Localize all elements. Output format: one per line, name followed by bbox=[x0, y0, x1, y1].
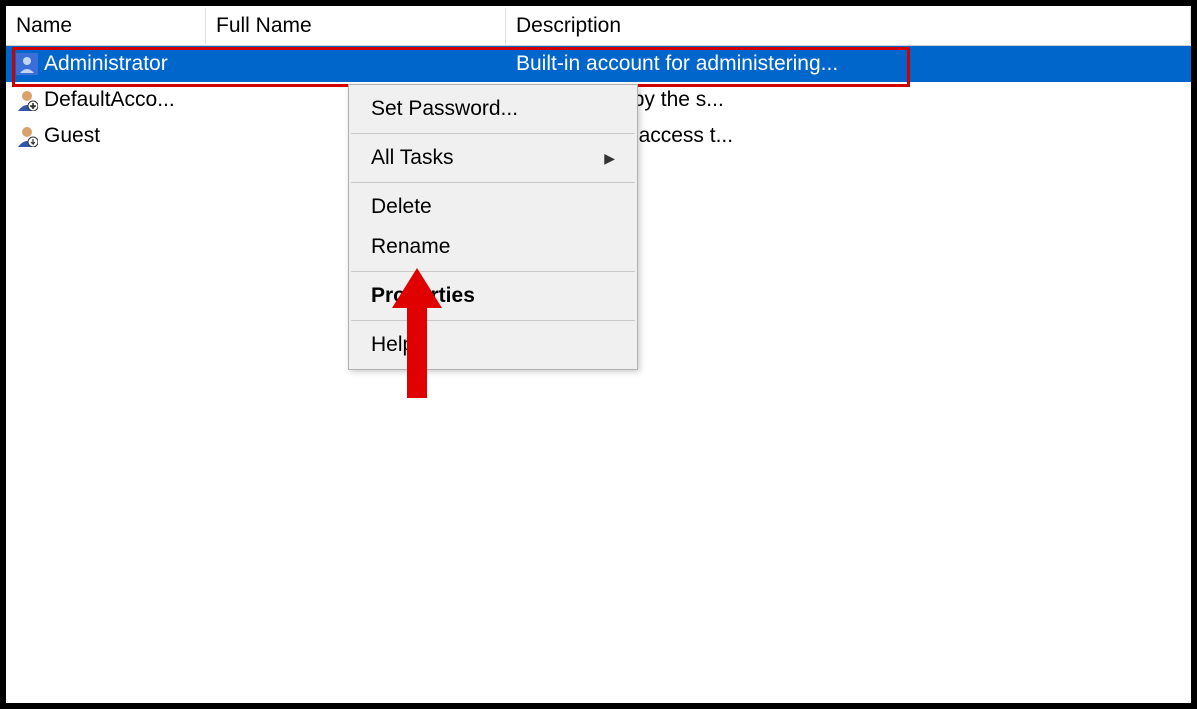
user-name-label: Administrator bbox=[44, 52, 168, 76]
user-icon bbox=[16, 89, 38, 111]
cell-name: Guest bbox=[6, 120, 206, 152]
menu-item-delete[interactable]: Delete bbox=[349, 187, 637, 227]
menu-item-properties[interactable]: Properties bbox=[349, 276, 637, 316]
user-name-label: DefaultAcco... bbox=[44, 88, 175, 112]
chevron-right-icon: ▶ bbox=[604, 150, 615, 167]
column-header-name[interactable]: Name bbox=[6, 8, 206, 44]
menu-item-label: Properties bbox=[371, 284, 475, 308]
menu-item-label: Help bbox=[371, 333, 414, 357]
cell-name: Administrator bbox=[6, 48, 206, 80]
menu-separator bbox=[351, 182, 635, 183]
menu-item-label: All Tasks bbox=[371, 146, 453, 170]
menu-item-help[interactable]: Help bbox=[349, 325, 637, 365]
menu-separator bbox=[351, 133, 635, 134]
menu-item-label: Rename bbox=[371, 235, 450, 259]
cell-description: Built-in account for administering... bbox=[506, 48, 1191, 80]
user-icon bbox=[16, 125, 38, 147]
user-name-label: Guest bbox=[44, 124, 100, 148]
menu-separator bbox=[351, 271, 635, 272]
context-menu: Set Password... All Tasks ▶ Delete Renam… bbox=[348, 84, 638, 370]
menu-item-label: Set Password... bbox=[371, 97, 518, 121]
user-icon bbox=[16, 53, 38, 75]
cell-name: DefaultAcco... bbox=[6, 84, 206, 116]
menu-separator bbox=[351, 320, 635, 321]
column-header-fullname[interactable]: Full Name bbox=[206, 8, 506, 44]
table-header-row: Name Full Name Description bbox=[6, 6, 1191, 46]
column-header-description[interactable]: Description bbox=[506, 8, 1191, 44]
menu-item-rename[interactable]: Rename bbox=[349, 227, 637, 267]
table-row[interactable]: Administrator Built-in account for admin… bbox=[6, 46, 1191, 82]
menu-item-all-tasks[interactable]: All Tasks ▶ bbox=[349, 138, 637, 178]
menu-item-set-password[interactable]: Set Password... bbox=[349, 89, 637, 129]
cell-fullname bbox=[206, 60, 506, 68]
menu-item-label: Delete bbox=[371, 195, 432, 219]
